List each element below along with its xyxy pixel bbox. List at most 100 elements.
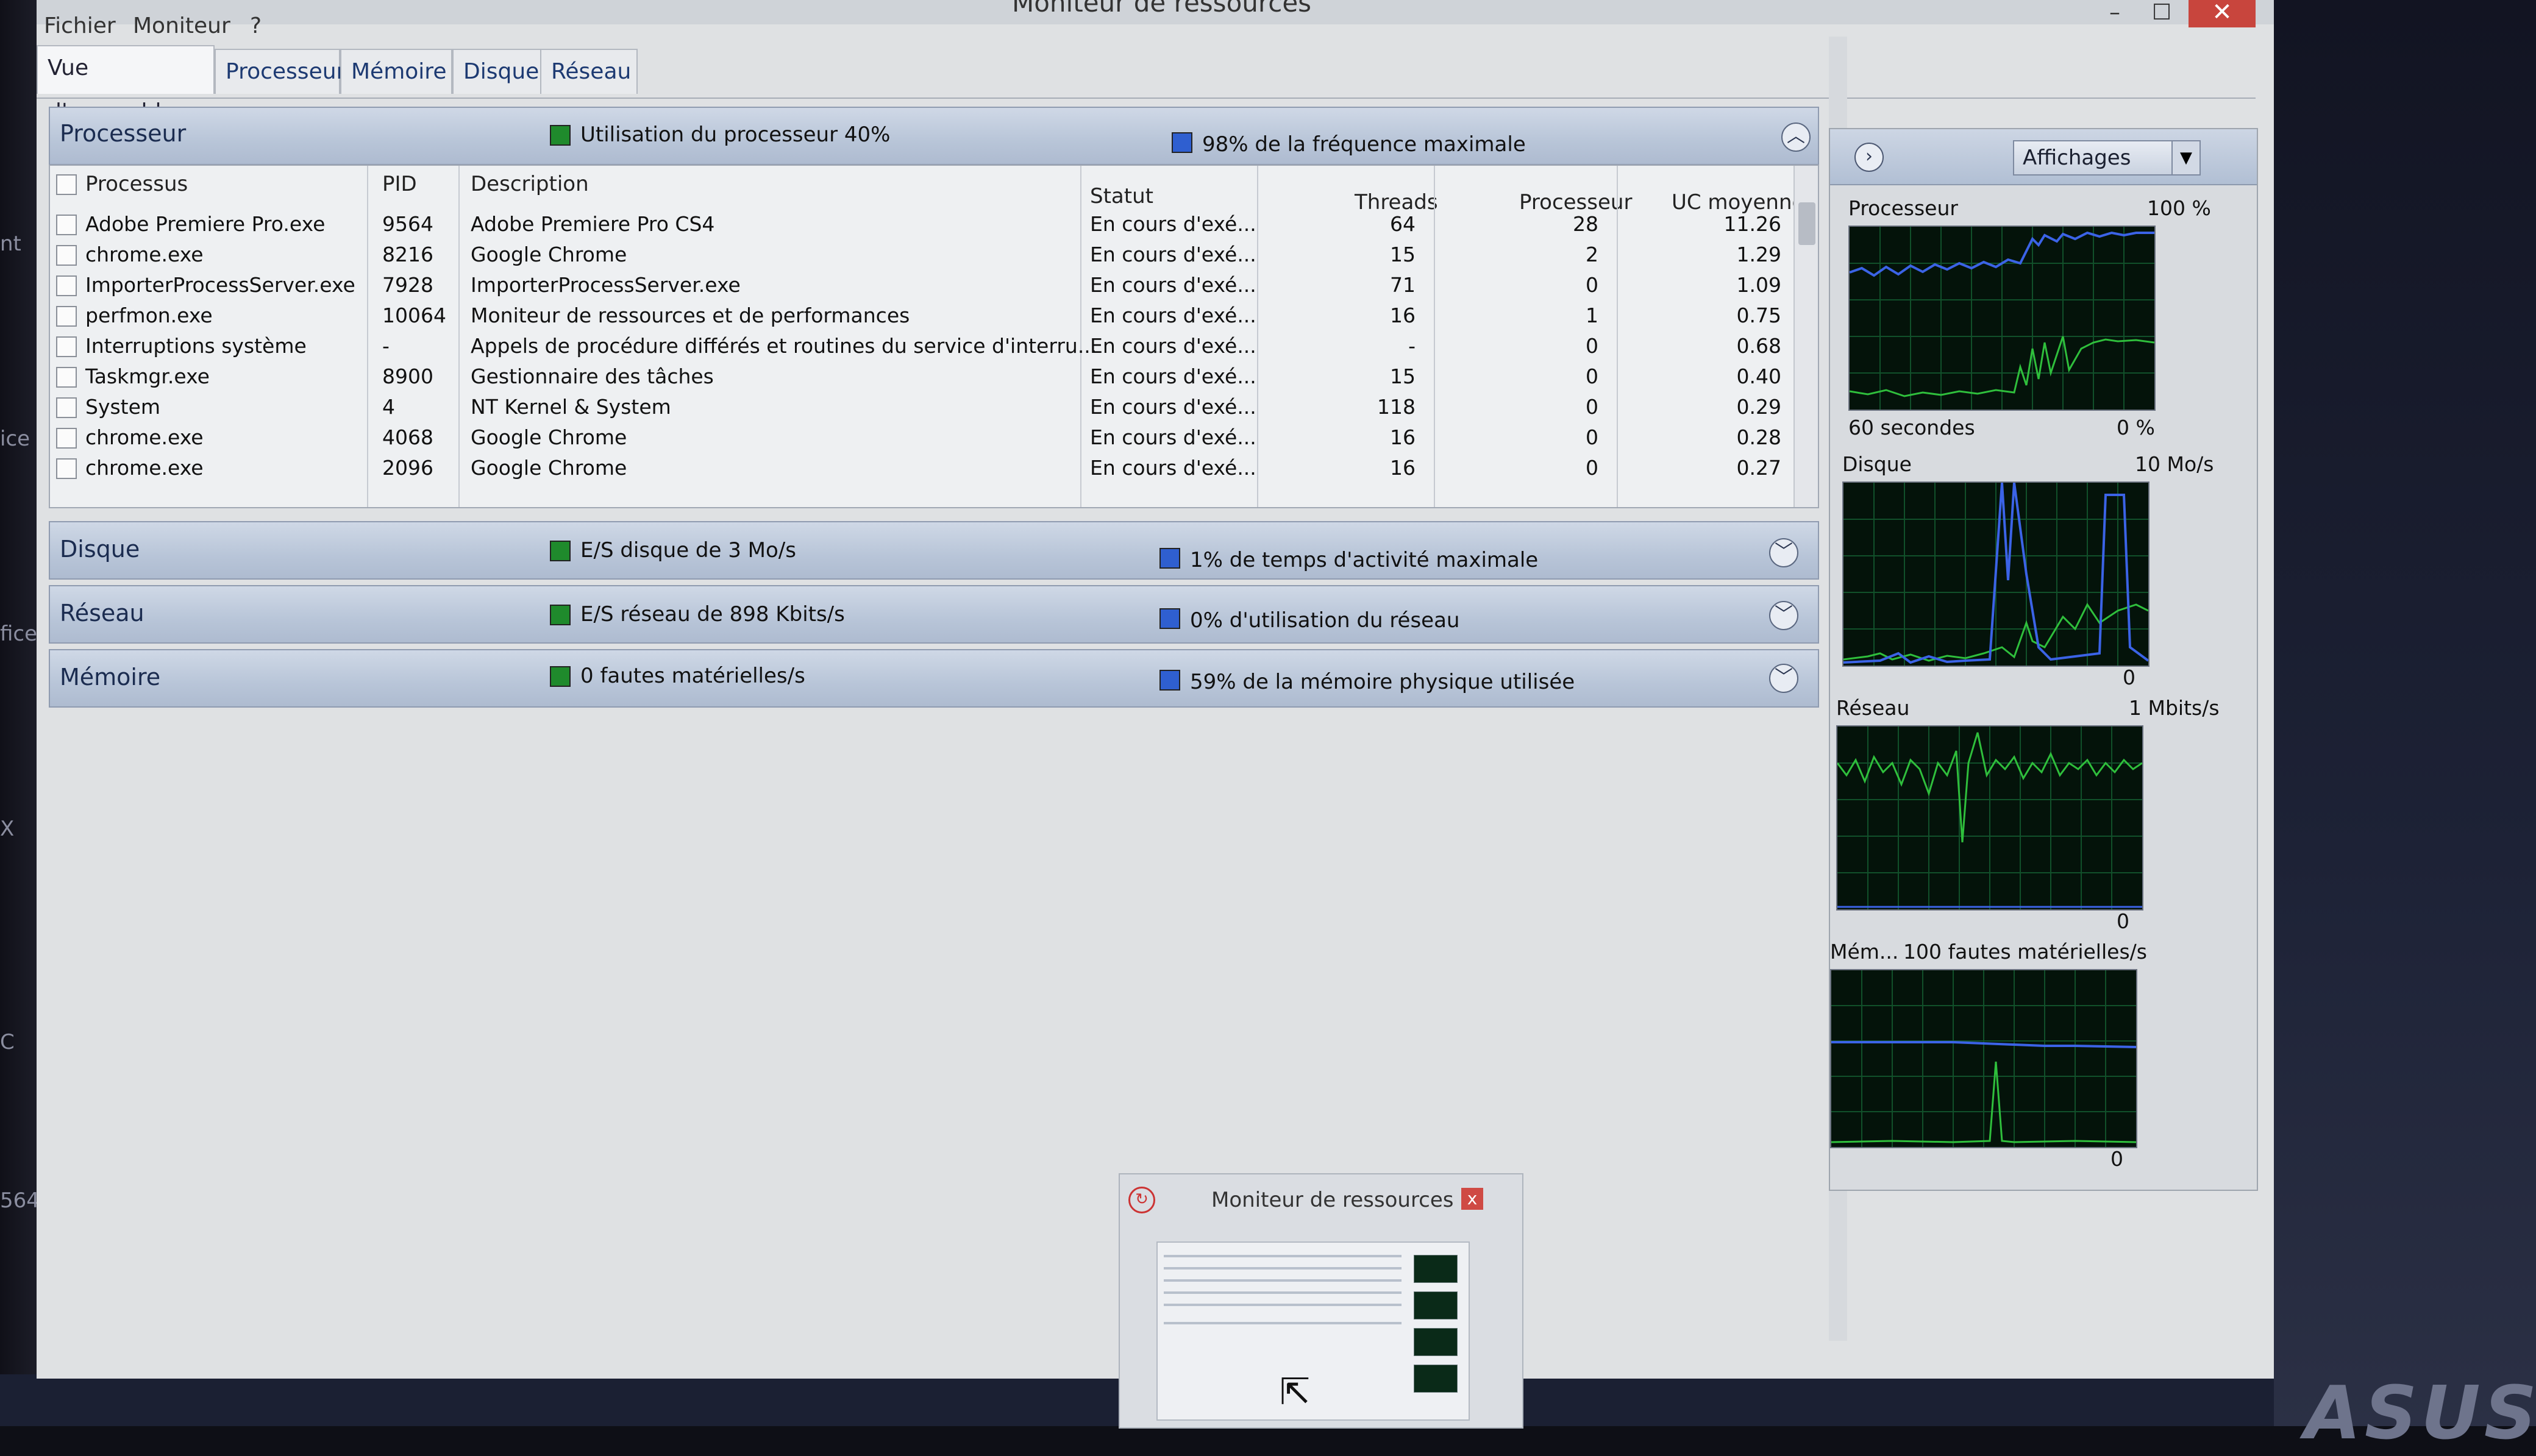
graph-time: 60 secondes xyxy=(1848,416,1975,439)
close-button[interactable]: ✕ xyxy=(2189,0,2256,27)
row-checkbox[interactable] xyxy=(56,458,77,479)
table-row[interactable]: ImporterProcessServer.exe 7928 ImporterP… xyxy=(50,269,1793,300)
process-description: ImporterProcessServer.exe xyxy=(471,273,741,297)
network-io-text: E/S réseau de 898 Kbits/s xyxy=(580,602,845,627)
process-cpu: 0 xyxy=(1586,395,1598,419)
table-row[interactable]: Taskmgr.exe 8900 Gestionnaire des tâches… xyxy=(50,361,1793,391)
table-row[interactable]: perfmon.exe 10064 Moniteur de ressources… xyxy=(50,300,1793,330)
tab-memory[interactable]: Mémoire xyxy=(340,49,452,94)
network-section-header[interactable]: Réseau E/S réseau de 898 Kbits/s 0% d'ut… xyxy=(49,585,1819,644)
tab-overview[interactable]: Vue d'ensemble xyxy=(37,45,215,124)
process-threads: 16 xyxy=(1390,304,1416,327)
collapse-chevron-icon[interactable]: ︿ xyxy=(1781,123,1811,152)
memory-section-header[interactable]: Mémoire 0 fautes matérielles/s 59% de la… xyxy=(49,649,1819,708)
process-name: Adobe Premiere Pro.exe xyxy=(85,212,326,236)
process-table: Processus PID Description Statut Threads… xyxy=(49,165,1819,508)
row-checkbox[interactable] xyxy=(56,336,77,357)
views-dropdown-icon[interactable]: ▼ xyxy=(2171,140,2201,176)
graph-label: Réseau xyxy=(1836,696,1910,720)
disk-graph-block: Disque 10 Mo/s 0 xyxy=(1830,452,2257,689)
section-title: Réseau xyxy=(60,600,144,627)
col-description[interactable]: Description xyxy=(471,166,589,202)
disk-activity-text: 1% de temps d'activité maximale xyxy=(1190,548,1539,572)
graph-max: 100 fautes matérielles/s xyxy=(1903,940,2147,964)
table-row[interactable]: System 4 NT Kernel & System En cours d'e… xyxy=(50,391,1793,422)
process-avg-cpu: 1.09 xyxy=(1736,273,1781,297)
row-checkbox[interactable] xyxy=(56,275,77,296)
table-scrollbar[interactable] xyxy=(1793,166,1818,507)
row-checkbox[interactable] xyxy=(56,428,77,449)
resource-monitor-window: Moniteur de ressources – ☐ ✕ Fichier Mon… xyxy=(37,0,2274,1379)
process-name: perfmon.exe xyxy=(85,304,213,327)
window-thumbnail[interactable]: ⇱ xyxy=(1156,1241,1470,1421)
process-pid: 8216 xyxy=(382,243,433,266)
row-checkbox[interactable] xyxy=(56,306,77,327)
menu-moniteur[interactable]: Moniteur xyxy=(133,13,230,38)
expand-chevron-icon[interactable]: ﹀ xyxy=(1769,601,1798,630)
table-row[interactable]: Adobe Premiere Pro.exe 9564 Adobe Premie… xyxy=(50,208,1793,239)
process-description: Google Chrome xyxy=(471,243,627,266)
minimize-button[interactable]: – xyxy=(2109,0,2120,25)
taskbar-thumbnail-popup[interactable]: ↻ Moniteur de ressources x ⇱ xyxy=(1119,1173,1523,1429)
process-description: Gestionnaire des tâches xyxy=(471,364,714,388)
menu-fichier[interactable]: Fichier xyxy=(44,13,116,38)
process-avg-cpu: 0.75 xyxy=(1736,304,1781,327)
col-pid[interactable]: PID xyxy=(382,166,417,202)
tab-network[interactable]: Réseau xyxy=(540,49,638,94)
memory-graph xyxy=(1830,969,2137,1148)
disk-section-header[interactable]: Disque E/S disque de 3 Mo/s 1% de temps … xyxy=(49,521,1819,580)
row-checkbox[interactable] xyxy=(56,215,77,235)
process-avg-cpu: 0.28 xyxy=(1736,425,1781,449)
cpu-usage-swatch xyxy=(550,125,571,146)
process-name: chrome.exe xyxy=(85,425,204,449)
row-checkbox[interactable] xyxy=(56,245,77,266)
section-title: Mémoire xyxy=(60,664,161,691)
process-status: En cours d'exé... xyxy=(1090,273,1256,297)
process-description: NT Kernel & System xyxy=(471,395,671,419)
process-threads: 15 xyxy=(1390,243,1416,266)
views-button[interactable]: Affichages xyxy=(2013,140,2182,176)
expand-chevron-icon[interactable]: ﹀ xyxy=(1769,664,1798,693)
desktop-fragment: C xyxy=(0,1030,15,1054)
process-threads: 64 xyxy=(1390,212,1416,236)
network-graph xyxy=(1836,725,2143,911)
expand-arrow-icon[interactable]: › xyxy=(1854,143,1884,172)
process-name: Interruptions système xyxy=(85,334,307,358)
scrollbar-thumb[interactable] xyxy=(1798,202,1815,245)
select-all-checkbox[interactable] xyxy=(56,174,77,195)
graph-label: Disque xyxy=(1842,452,1912,476)
process-pid: 9564 xyxy=(382,212,433,236)
popup-close-button[interactable]: x xyxy=(1461,1188,1483,1210)
maximize-button[interactable]: ☐ xyxy=(2152,0,2171,25)
expand-chevron-icon[interactable]: ﹀ xyxy=(1769,538,1798,567)
memory-graph-block: Mém... 100 fautes matérielles/s 0 xyxy=(1830,940,2257,1171)
processor-section-header[interactable]: Processeur Utilisation du processeur 40%… xyxy=(49,107,1819,165)
disk-graph-svg xyxy=(1843,483,2148,666)
table-row[interactable]: chrome.exe 2096 Google Chrome En cours d… xyxy=(50,452,1793,483)
row-checkbox[interactable] xyxy=(56,397,77,418)
desktop-left-edge: nt ice fice X C 5640 xyxy=(0,0,53,1426)
title-bar: Moniteur de ressources – ☐ ✕ xyxy=(37,0,2274,27)
process-threads: 71 xyxy=(1390,273,1416,297)
disk-io-swatch xyxy=(550,541,571,561)
process-avg-cpu: 0.40 xyxy=(1736,364,1781,388)
thumb-graph xyxy=(1414,1328,1458,1356)
process-cpu: 0 xyxy=(1586,334,1598,358)
row-checkbox[interactable] xyxy=(56,367,77,388)
tab-disk[interactable]: Disque xyxy=(452,49,547,94)
graph-min: 0 % xyxy=(2117,416,2155,439)
network-usage-text: 0% d'utilisation du réseau xyxy=(1190,608,1460,633)
tab-processor[interactable]: Processeur xyxy=(215,49,345,94)
col-process[interactable]: Processus xyxy=(85,166,188,202)
process-pid: 4068 xyxy=(382,425,433,449)
process-cpu: 0 xyxy=(1586,273,1598,297)
table-row[interactable]: Interruptions système - Appels de procéd… xyxy=(50,330,1793,361)
menu-help[interactable]: ? xyxy=(250,13,262,38)
process-threads: 16 xyxy=(1390,425,1416,449)
process-pid: 2096 xyxy=(382,456,433,480)
process-status: En cours d'exé... xyxy=(1090,243,1256,266)
table-row[interactable]: chrome.exe 8216 Google Chrome En cours d… xyxy=(50,239,1793,269)
process-avg-cpu: 0.29 xyxy=(1736,395,1781,419)
process-avg-cpu: 0.27 xyxy=(1736,456,1781,480)
table-row[interactable]: chrome.exe 4068 Google Chrome En cours d… xyxy=(50,422,1793,452)
